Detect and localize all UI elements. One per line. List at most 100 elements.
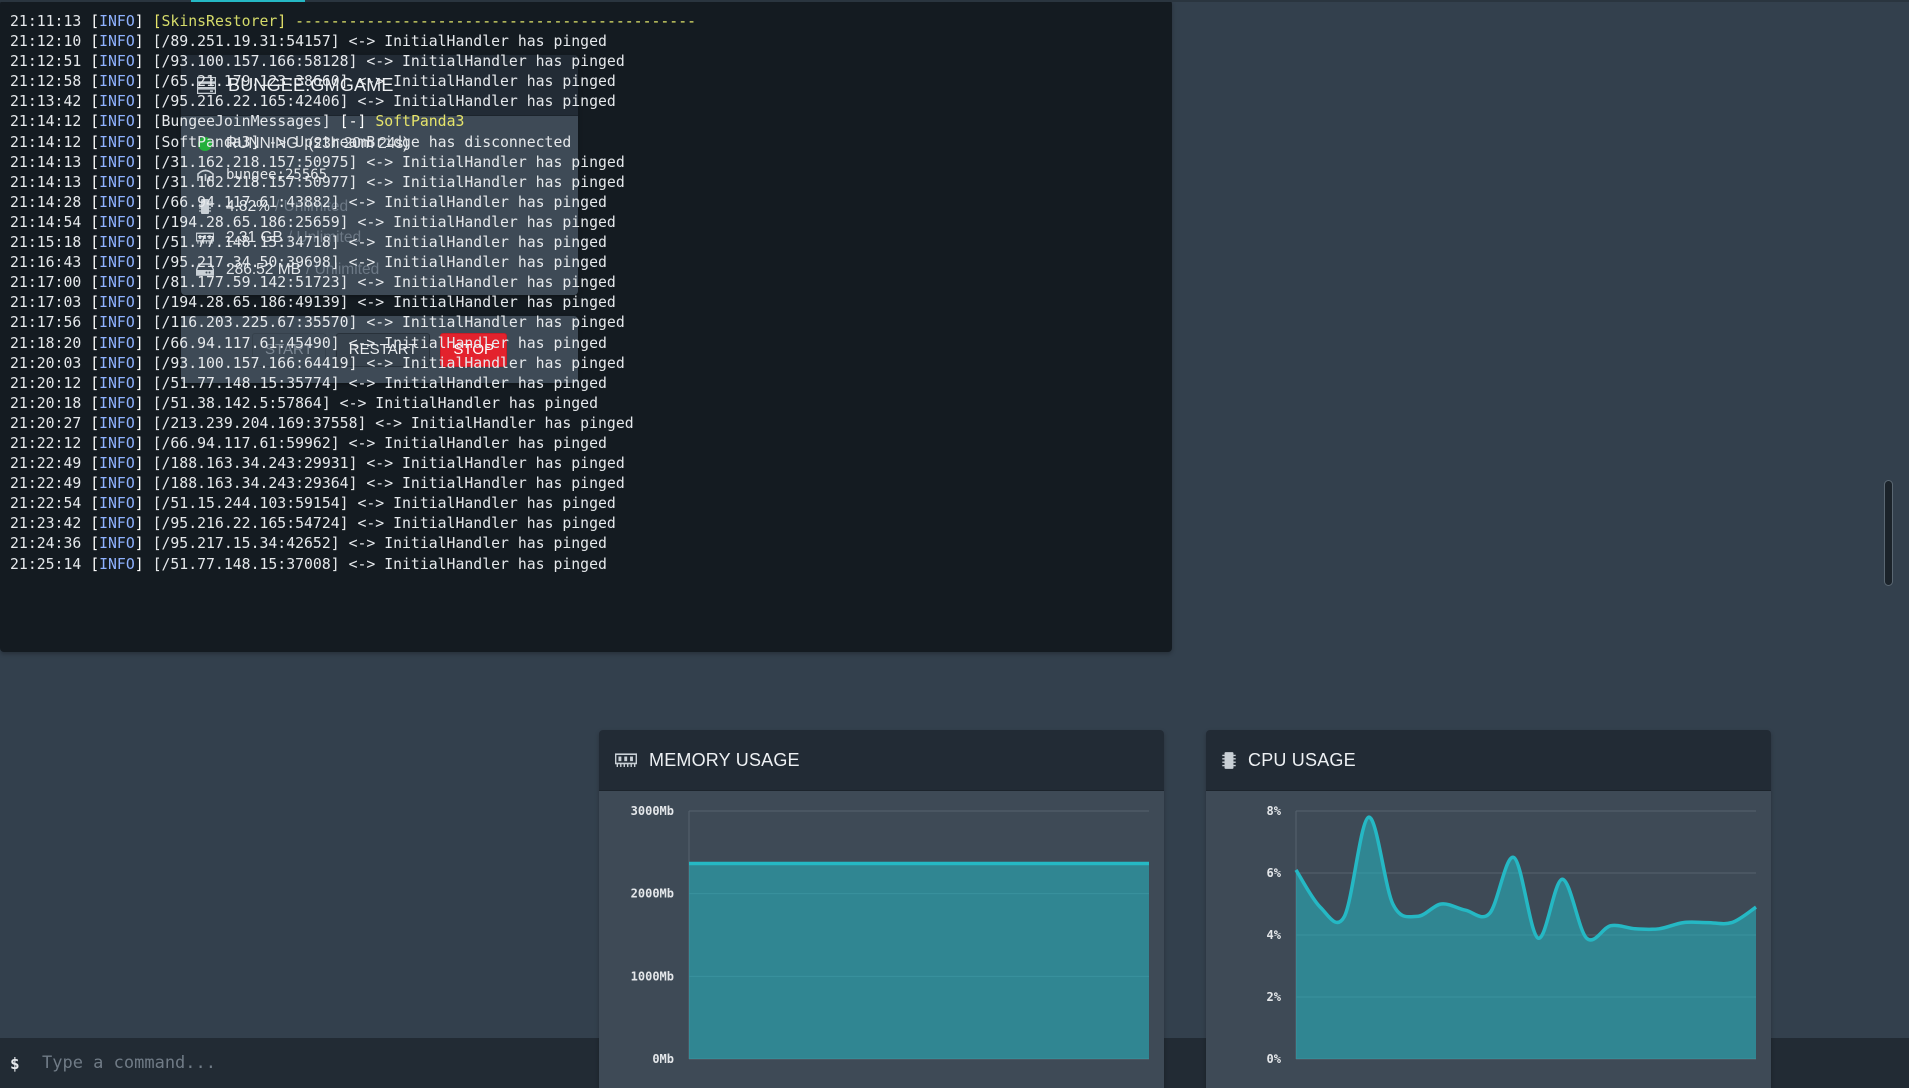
console-line: 21:20:18 [INFO] [/51.38.142.5:57864] <->… (10, 394, 599, 412)
cpu-data-point[interactable] (1657, 927, 1661, 931)
log-level: INFO (99, 153, 135, 171)
cpu-data-point[interactable] (1415, 914, 1419, 918)
console-line: 21:14:13 [INFO] [/31.162.218.157:50977] … (10, 173, 625, 191)
console-line: 21:17:00 [INFO] [/81.177.59.142:51723] <… (10, 274, 616, 292)
memory-data-point[interactable] (881, 861, 885, 865)
cpu-data-point[interactable] (1318, 905, 1322, 909)
log-time: 21:17:03 (10, 294, 82, 312)
cpu-data-point[interactable] (1633, 927, 1637, 931)
log-level: INFO (99, 515, 135, 533)
log-message: [/65.21.179.123:38660] <-> InitialHandle… (152, 73, 616, 91)
log-time: 21:22:49 (10, 475, 82, 493)
log-time: 21:22:54 (10, 495, 82, 513)
cpu-data-point[interactable] (1391, 902, 1395, 906)
console-output[interactable]: 21:11:13 [INFO] [SkinsRestorer] --------… (10, 12, 1879, 582)
console-line: 21:20:03 [INFO] [/93.100.157.166:64419] … (10, 354, 625, 372)
memory-data-point[interactable] (711, 861, 715, 865)
log-time: 21:20:03 (10, 354, 82, 372)
memory-data-point[interactable] (1026, 861, 1030, 865)
memory-ytick-label: 3000Mb (631, 804, 674, 818)
memory-data-point[interactable] (1074, 861, 1078, 865)
console-line: 21:22:49 [INFO] [/188.163.34.243:29931] … (10, 455, 625, 473)
log-time: 21:11:13 (10, 13, 82, 30)
console-line: 21:13:42 [INFO] [/95.216.22.165:42406] <… (10, 93, 616, 111)
memory-data-point[interactable] (1002, 861, 1006, 865)
cpu-data-point[interactable] (1706, 921, 1710, 925)
log-level: INFO (99, 475, 135, 493)
cpu-data-point[interactable] (1512, 856, 1516, 860)
log-time: 21:16:43 (10, 254, 82, 272)
cpu-data-point[interactable] (1609, 924, 1613, 928)
memory-data-point[interactable] (953, 861, 957, 865)
log-time: 21:18:20 (10, 334, 82, 352)
log-source: SkinsRestorer (161, 13, 278, 30)
cpu-data-point[interactable] (1560, 877, 1564, 881)
memory-data-point[interactable] (929, 861, 933, 865)
log-message: [/213.239.204.169:37558] <-> InitialHand… (152, 414, 634, 432)
memory-data-point[interactable] (1147, 861, 1151, 865)
log-level: INFO (99, 173, 135, 191)
log-time: 21:13:42 (10, 93, 82, 111)
memory-ytick-label: 0Mb (652, 1052, 674, 1066)
memory-data-point[interactable] (1099, 861, 1103, 865)
cpu-ytick-label: 2% (1267, 990, 1282, 1004)
log-level: INFO (99, 213, 135, 231)
memory-data-point[interactable] (978, 861, 982, 865)
console-line: 21:17:03 [INFO] [/194.28.65.186:49139] <… (10, 294, 616, 312)
log-level: INFO (99, 234, 135, 252)
memory-usage-chart: 0Mb 1000Mb 2000Mb 3000Mb (631, 804, 1151, 1066)
log-level: INFO (99, 354, 135, 372)
log-time: 21:20:18 (10, 394, 82, 412)
log-time: 21:17:56 (10, 314, 82, 332)
log-message: [/66.94.117.61:43882] <-> InitialHandler… (152, 193, 607, 211)
log-level: INFO (99, 374, 135, 392)
cpu-ytick-label: 6% (1267, 866, 1282, 880)
log-message: [/95.217.34.50:39698] <-> InitialHandler… (152, 254, 607, 272)
cpu-data-point[interactable] (1681, 921, 1685, 925)
memory-data-point[interactable] (687, 861, 691, 865)
log-message: [/194.28.65.186:49139] <-> InitialHandle… (152, 294, 616, 312)
log-time: 21:15:18 (10, 234, 82, 252)
console-line: 21:15:18 [INFO] [/51.77.148.15:34718] <-… (10, 234, 607, 252)
console-line: 21:24:36 [INFO] [/95.217.15.34:42652] <-… (10, 535, 607, 553)
cpu-data-point[interactable] (1342, 914, 1346, 918)
console-line: 21:12:58 [INFO] [/65.21.179.123:38660] <… (10, 73, 616, 91)
console-line: 21:20:12 [INFO] [/51.77.148.15:35774] <-… (10, 374, 607, 392)
log-level: INFO (99, 33, 135, 51)
cpu-data-point[interactable] (1367, 815, 1371, 819)
cpu-data-point[interactable] (1754, 905, 1758, 909)
cpu-data-point[interactable] (1463, 908, 1467, 912)
log-tag: [-] (339, 113, 367, 131)
log-time: 21:12:10 (10, 33, 82, 51)
log-level: INFO (99, 93, 135, 111)
memory-data-point[interactable] (760, 861, 764, 865)
cpu-data-point[interactable] (1488, 911, 1492, 915)
memory-data-point[interactable] (735, 861, 739, 865)
cpu-data-point[interactable] (1730, 921, 1734, 925)
memory-data-point[interactable] (905, 861, 909, 865)
console-line: 21:11:13 [INFO] [SkinsRestorer] --------… (10, 13, 697, 30)
cpu-data-point[interactable] (1585, 936, 1589, 940)
memory-data-point[interactable] (856, 861, 860, 865)
log-message: [/93.100.157.166:58128] <-> InitialHandl… (152, 53, 625, 71)
log-message: [SoftPanda3] -> UpstreamBridge has disco… (152, 133, 572, 151)
log-level: INFO (99, 535, 135, 553)
log-time: 21:20:12 (10, 374, 82, 392)
console-line: 21:16:43 [INFO] [/95.217.34.50:39698] <-… (10, 254, 607, 272)
console-line: 21:14:12 [INFO] [BungeeJoinMessages] [-]… (10, 113, 465, 131)
log-level: INFO (99, 193, 135, 211)
memory-data-point[interactable] (1050, 861, 1054, 865)
console-line: 21:12:10 [INFO] [/89.251.19.31:54157] <-… (10, 33, 607, 51)
log-message: [/188.163.34.243:29931] <-> InitialHandl… (152, 455, 625, 473)
cpu-data-point[interactable] (1439, 902, 1443, 906)
memory-usage-title: MEMORY USAGE (649, 749, 800, 770)
memory-data-point[interactable] (808, 861, 812, 865)
log-message: [/188.163.34.243:29364] <-> InitialHandl… (152, 475, 625, 493)
cpu-data-point[interactable] (1294, 868, 1298, 872)
memory-data-point[interactable] (1123, 861, 1127, 865)
memory-data-point[interactable] (784, 861, 788, 865)
cpu-data-point[interactable] (1536, 936, 1540, 940)
memory-ytick-label: 2000Mb (631, 887, 674, 901)
log-message: [/89.251.19.31:54157] <-> InitialHandler… (152, 33, 607, 51)
memory-data-point[interactable] (832, 861, 836, 865)
